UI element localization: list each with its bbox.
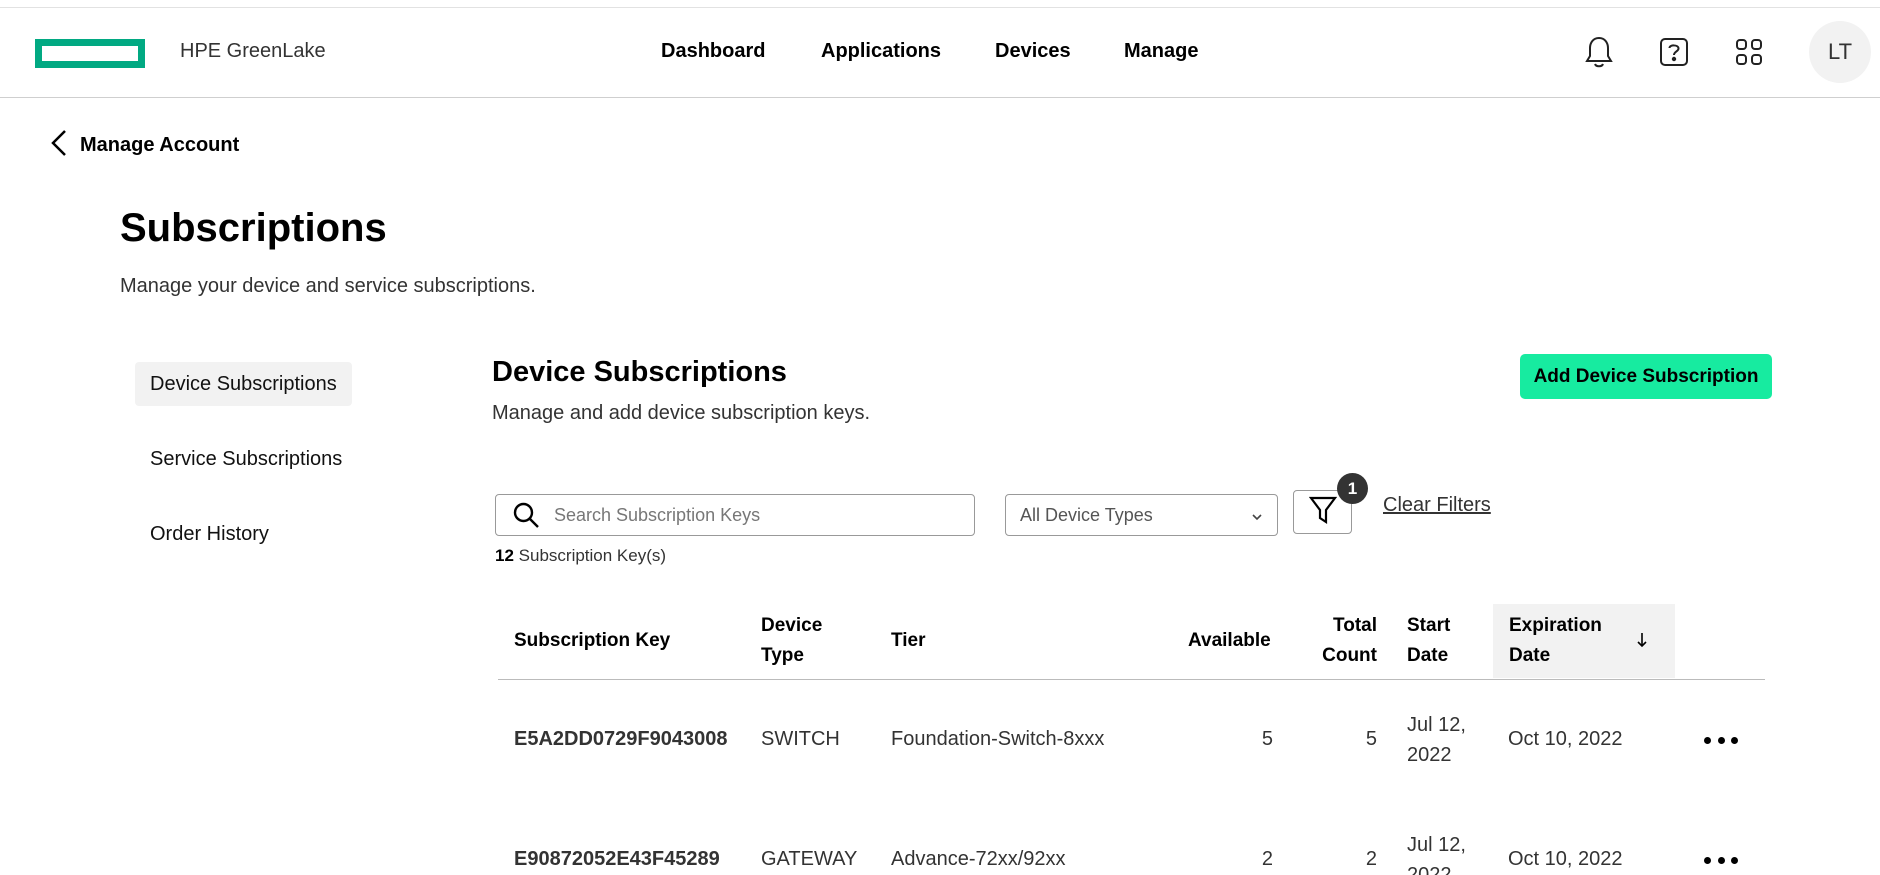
row-1-start-date-line1: Jul 12, <box>1407 714 1466 736</box>
column-header-total-count-line1: Total <box>1333 615 1377 636</box>
result-count: 12 Subscription Key(s) <box>495 546 666 566</box>
row-2-expiration-date: Oct 10, 2022 <box>1508 848 1623 870</box>
column-header-start-date[interactable]: Start Date <box>1407 611 1450 671</box>
column-header-start-date-line1: Start <box>1407 615 1451 636</box>
row-2-available: 2 <box>1261 848 1273 870</box>
search-icon <box>512 501 540 529</box>
sidebar-item-device-subscriptions[interactable]: Device Subscriptions <box>135 362 352 406</box>
help-icon[interactable] <box>1656 34 1692 70</box>
column-header-device-type-line2: Type <box>761 645 804 666</box>
row-1-start-date-line2: 2022 <box>1407 744 1452 766</box>
result-count-number: 12 <box>495 546 514 565</box>
row-1-device-type: SWITCH <box>761 728 840 750</box>
row-1-subscription-key: E5A2DD0729F9043008 <box>514 728 728 750</box>
sidebar-item-service-subscriptions[interactable]: Service Subscriptions <box>135 437 357 481</box>
column-header-subscription-key[interactable]: Subscription Key <box>514 626 670 656</box>
app-header: HPE GreenLake Dashboard Applications Dev… <box>0 8 1880 98</box>
nav-applications[interactable]: Applications <box>821 40 941 63</box>
filter-icon <box>1308 495 1337 530</box>
brand-name: HPE GreenLake <box>180 40 326 62</box>
row-2-subscription-key: E90872052E43F45289 <box>514 848 720 870</box>
back-to-manage-account[interactable]: Manage Account <box>48 128 239 163</box>
row-1-expiration-date: Oct 10, 2022 <box>1508 728 1623 750</box>
add-device-subscription-button[interactable]: Add Device Subscription <box>1520 354 1772 399</box>
device-type-value: All Device Types <box>1020 504 1153 525</box>
top-border <box>0 0 1880 8</box>
table-header-divider <box>498 679 1765 680</box>
row-1-more-actions-icon[interactable] <box>1704 730 1738 750</box>
row-1-total-count: 5 <box>1365 728 1377 750</box>
back-label: Manage Account <box>80 134 240 156</box>
row-2-device-type: GATEWAY <box>761 848 858 870</box>
column-header-expiration-date-line2: Date <box>1509 645 1551 666</box>
column-header-device-type[interactable]: Device Type <box>761 611 822 671</box>
section-title: Device Subscriptions <box>492 356 787 388</box>
bell-icon[interactable] <box>1581 34 1617 70</box>
row-2-total-count: 2 <box>1365 848 1377 870</box>
nav-manage[interactable]: Manage <box>1124 40 1198 63</box>
sort-descending-icon <box>1636 632 1648 653</box>
page-subtitle: Manage your device and service subscript… <box>120 275 536 297</box>
column-header-expiration-date[interactable]: Expiration Date <box>1493 604 1675 678</box>
nav-dashboard[interactable]: Dashboard <box>661 40 765 63</box>
row-2-start-date-line2: 2022 <box>1407 864 1452 875</box>
section-subtitle: Manage and add device subscription keys. <box>492 402 871 424</box>
search-field[interactable] <box>495 494 975 536</box>
column-header-expiration-date-text: Expiration Date <box>1509 611 1602 671</box>
row-1-start-date: Jul 12, 2022 <box>1407 710 1466 770</box>
column-header-total-count[interactable]: Total Count <box>1322 611 1377 671</box>
chevron-down-icon <box>1251 505 1263 526</box>
user-avatar[interactable]: LT <box>1809 21 1871 83</box>
row-2-more-actions-icon[interactable] <box>1704 850 1738 870</box>
column-header-tier[interactable]: Tier <box>891 626 926 656</box>
nav-devices[interactable]: Devices <box>995 40 1071 63</box>
row-2-start-date: Jul 12, 2022 <box>1407 830 1466 875</box>
column-header-total-count-line2: Count <box>1322 645 1377 666</box>
search-input[interactable] <box>554 504 954 526</box>
app-grid-icon[interactable] <box>1731 34 1767 70</box>
row-1-tier: Foundation-Switch-8xxx <box>891 728 1105 750</box>
column-header-available[interactable]: Available <box>1188 626 1271 656</box>
sidebar-item-order-history[interactable]: Order History <box>135 512 284 556</box>
column-header-device-type-line1: Device <box>761 615 823 636</box>
page-title: Subscriptions <box>120 206 387 250</box>
row-1-available: 5 <box>1261 728 1273 750</box>
hpe-logo[interactable] <box>35 39 145 68</box>
chevron-left-icon <box>48 128 70 163</box>
clear-filters-link[interactable]: Clear Filters <box>1383 494 1491 517</box>
row-2-start-date-line1: Jul 12, <box>1407 834 1466 856</box>
filter-count-badge: 1 <box>1337 473 1368 504</box>
column-header-expiration-date-line1: Expiration <box>1509 615 1602 636</box>
column-header-start-date-line2: Date <box>1407 645 1449 666</box>
result-count-label: Subscription Key(s) <box>518 546 667 565</box>
row-2-tier: Advance-72xx/92xx <box>891 848 1066 870</box>
device-type-select[interactable]: All Device Types <box>1005 494 1278 536</box>
